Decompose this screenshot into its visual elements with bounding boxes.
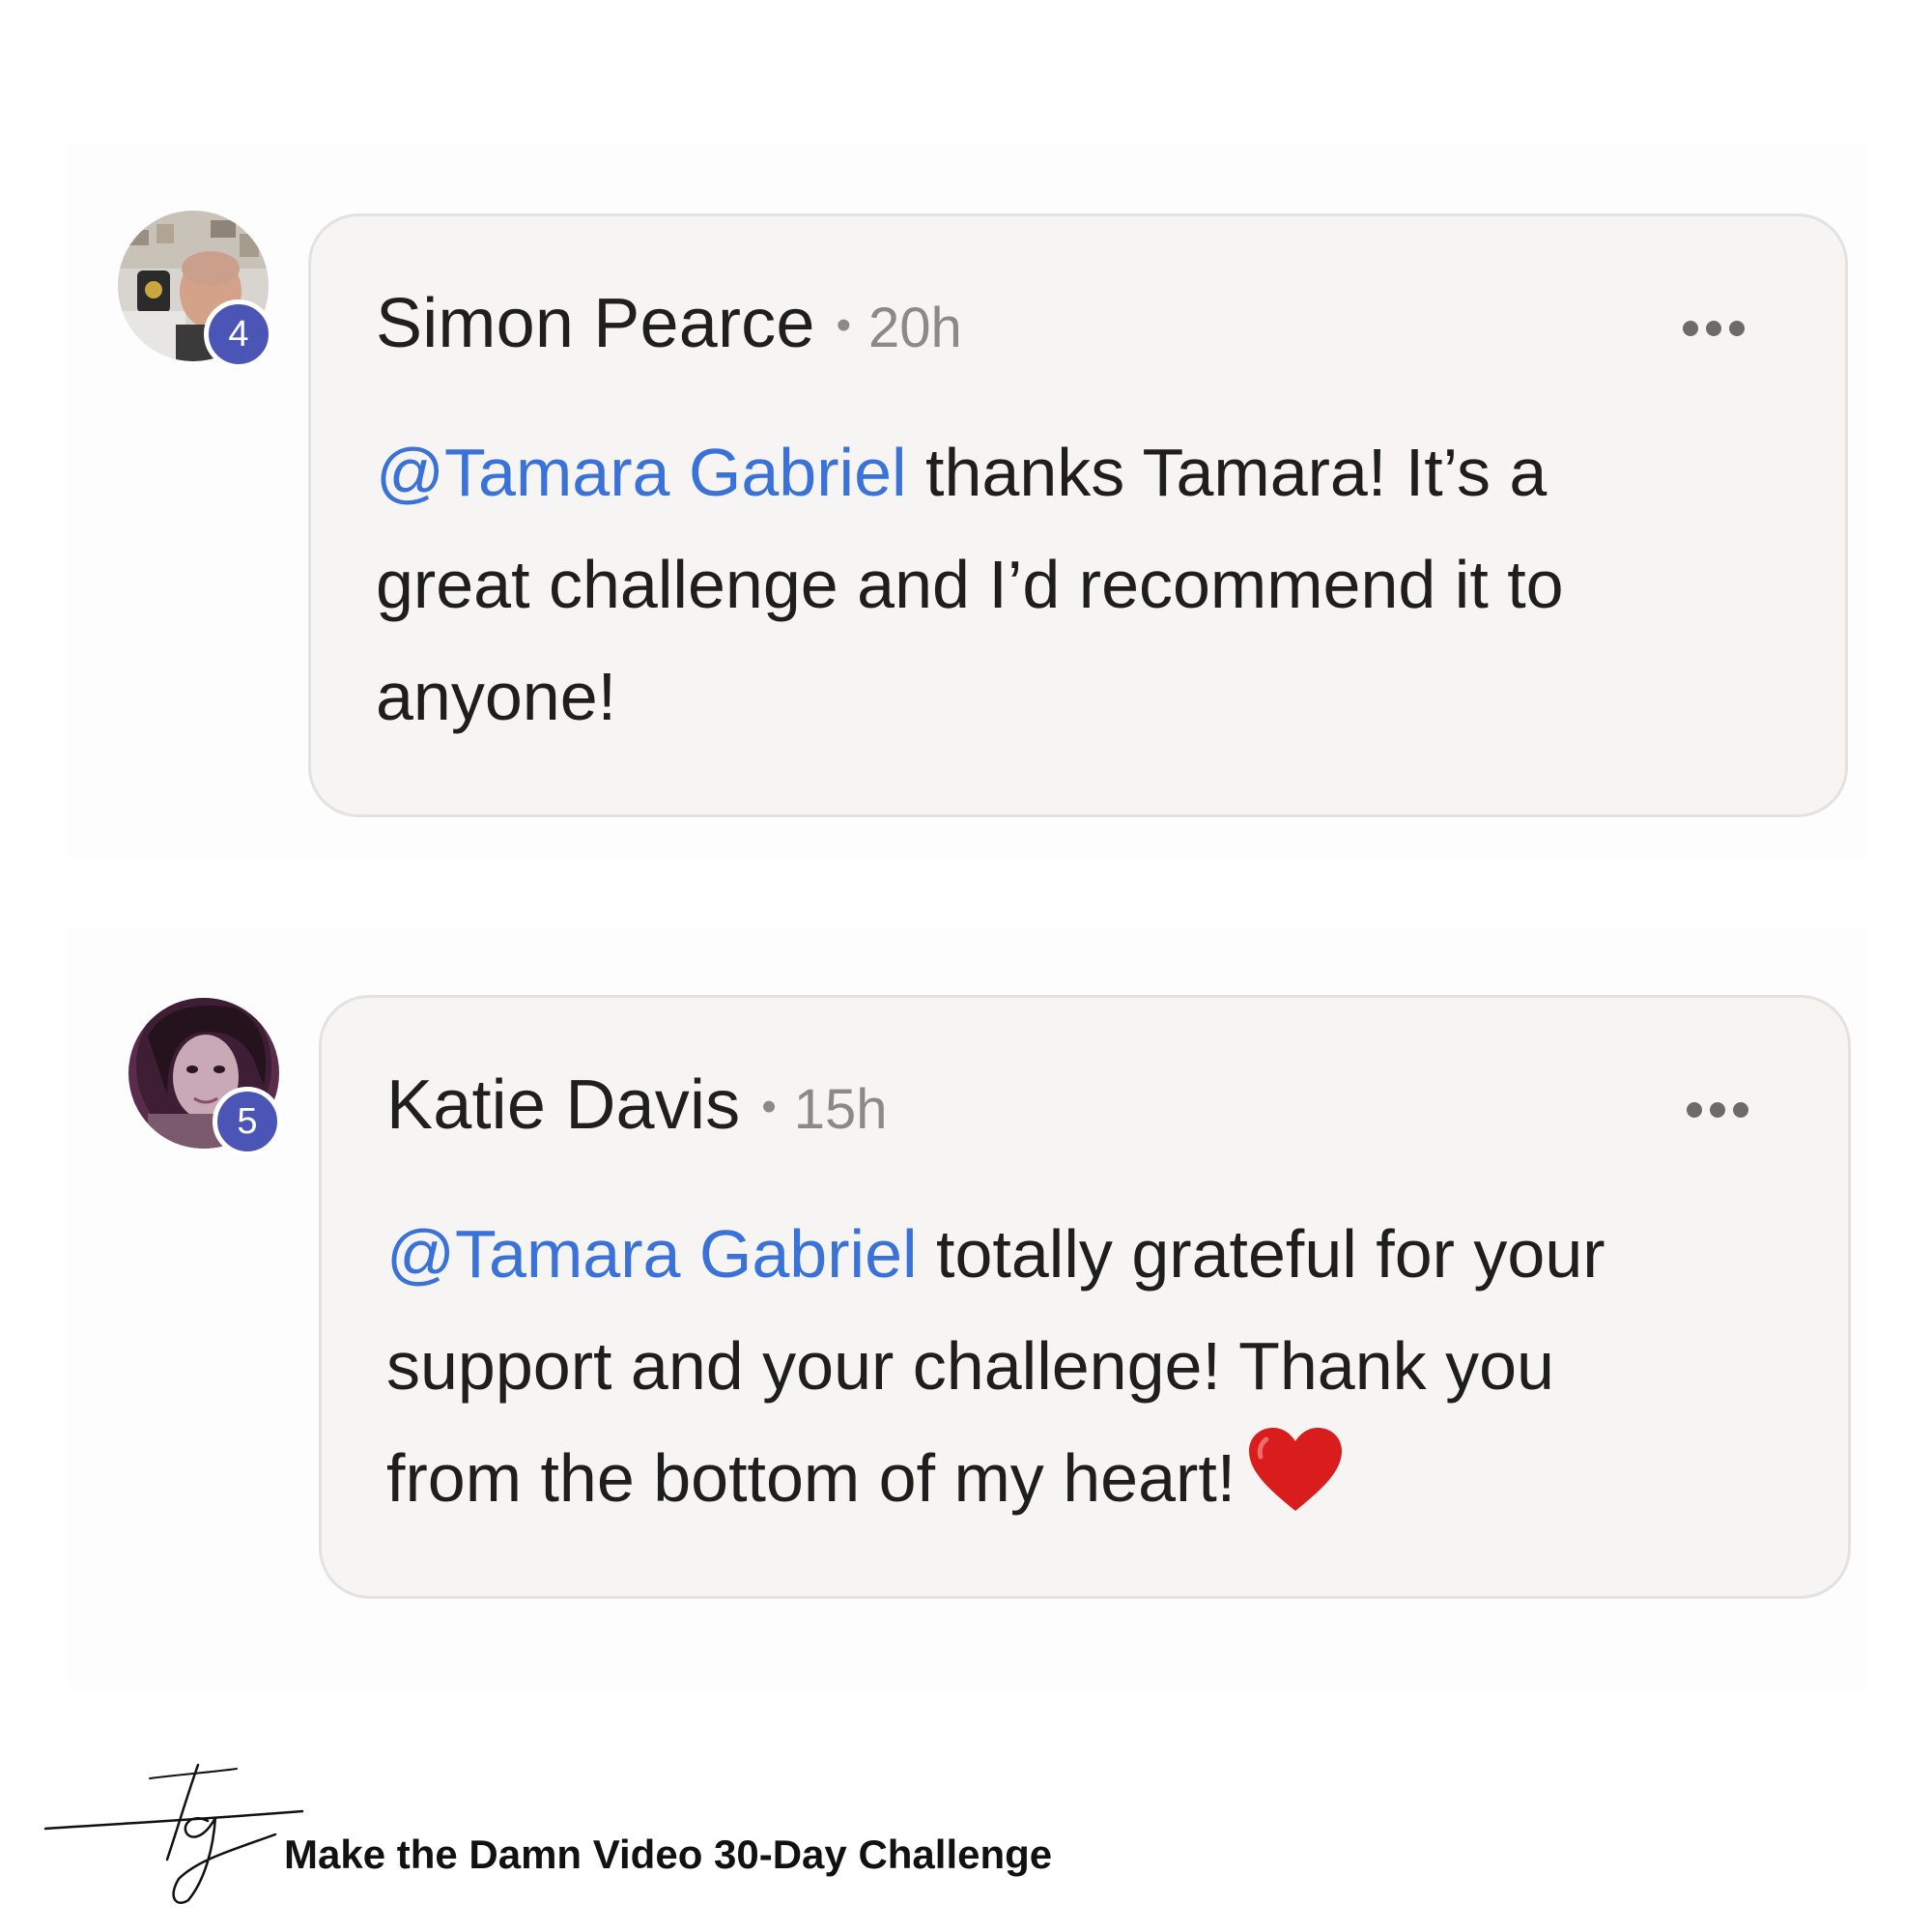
heart-icon bbox=[1249, 1428, 1343, 1511]
comment-bubble: Simon Pearce • 20h @Tamara Gabriel thank… bbox=[308, 213, 1848, 817]
comment-header: Simon Pearce • 20h bbox=[376, 284, 962, 363]
comment-bubble: Katie Davis • 15h @Tamara Gabriel totall… bbox=[319, 995, 1851, 1599]
dot-icon bbox=[1733, 1102, 1748, 1118]
timestamp[interactable]: 15h bbox=[794, 1077, 888, 1142]
more-options-icon[interactable] bbox=[1687, 1102, 1748, 1118]
comment-text: @Tamara Gabriel thanks Tamara! It’s a gr… bbox=[376, 416, 1564, 753]
more-options-icon[interactable] bbox=[1683, 321, 1745, 336]
comment-line-text: from the bottom of my heart! bbox=[386, 1440, 1236, 1516]
mention-link[interactable]: @Tamara Gabriel bbox=[376, 435, 907, 510]
dot-icon bbox=[1687, 1102, 1702, 1118]
comment-line-text: thanks Tamara! It’s a bbox=[906, 435, 1548, 510]
dot-icon bbox=[1710, 1102, 1725, 1118]
signature-logo-icon bbox=[43, 1763, 304, 1904]
dot-icon bbox=[1683, 321, 1698, 336]
author-name[interactable]: Simon Pearce bbox=[376, 284, 815, 363]
author-name[interactable]: Katie Davis bbox=[386, 1065, 740, 1145]
dot-icon bbox=[1706, 321, 1721, 336]
comment-line: from the bottom of my heart! bbox=[386, 1422, 1605, 1534]
comment-line: support and your challenge! Thank you bbox=[386, 1328, 1554, 1404]
dot-icon bbox=[1729, 321, 1745, 336]
badge-level: 5 bbox=[213, 1087, 282, 1156]
comment-header: Katie Davis • 15h bbox=[386, 1065, 888, 1145]
challenge-title: Make the Damn Video 30-Day Challenge bbox=[284, 1832, 1053, 1877]
badge-level: 4 bbox=[204, 299, 273, 369]
timestamp[interactable]: 20h bbox=[868, 296, 962, 360]
separator-dot: • bbox=[761, 1083, 777, 1130]
comment-line-text: totally grateful for your bbox=[917, 1216, 1605, 1292]
comment-line: @Tamara Gabriel thanks Tamara! It’s a bbox=[376, 416, 1564, 528]
comment-line: anyone! bbox=[376, 659, 617, 734]
comment-line: @Tamara Gabriel totally grateful for you… bbox=[386, 1198, 1605, 1310]
comment-line: great challenge and I’d recommend it to bbox=[376, 547, 1564, 622]
separator-dot: • bbox=[836, 301, 852, 349]
page: 4 Simon Pearce • 20h @Tamara Gabriel tha… bbox=[0, 0, 1932, 1932]
mention-link[interactable]: @Tamara Gabriel bbox=[386, 1216, 918, 1292]
comment-text: @Tamara Gabriel totally grateful for you… bbox=[386, 1198, 1605, 1534]
